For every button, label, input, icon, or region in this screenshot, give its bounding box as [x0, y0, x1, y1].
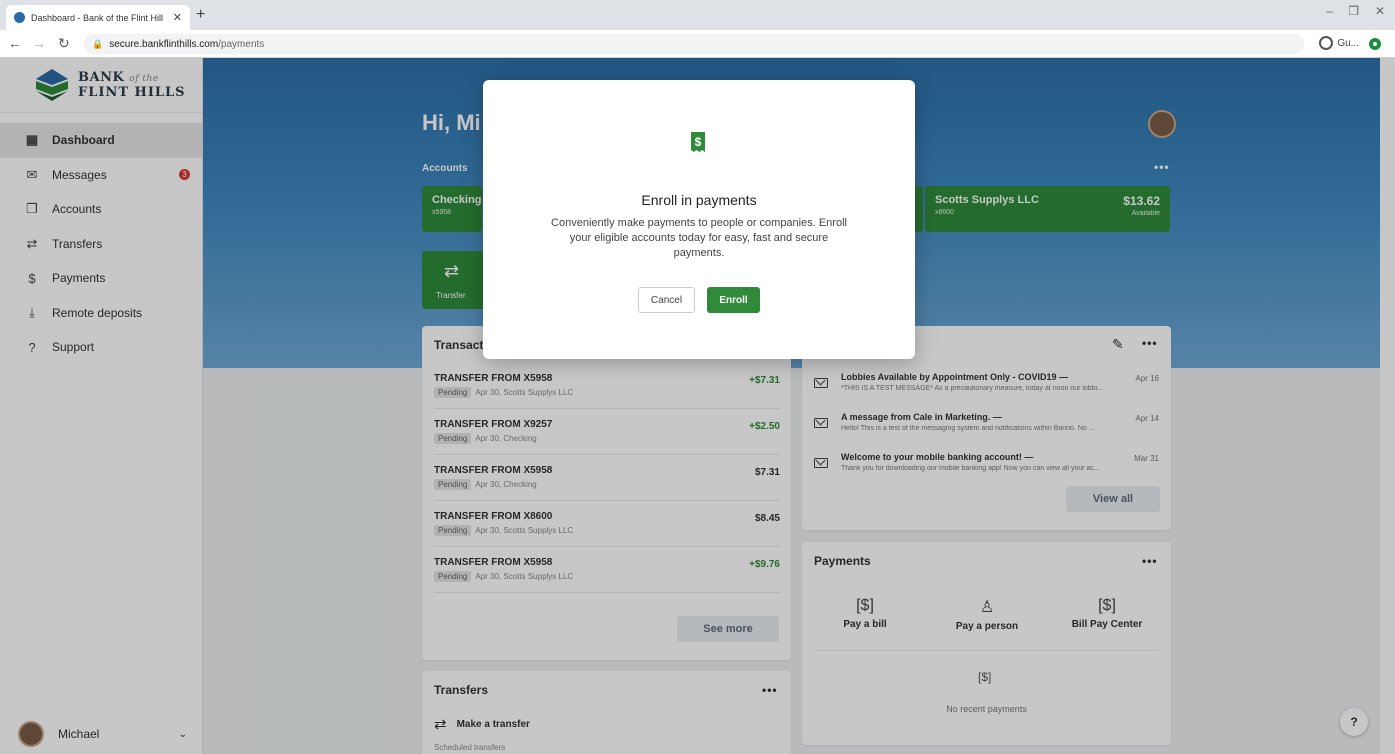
address-bar: ← → ↻ 🔒 secure.bankflinthills.com/paymen…	[0, 30, 1395, 58]
window-close-icon[interactable]: ✕	[1375, 4, 1385, 18]
extension-icon[interactable]	[1369, 38, 1381, 50]
profile-icon	[1319, 36, 1334, 50]
bank-favicon-icon	[14, 12, 25, 23]
url-host: secure.bankflinthills.com	[109, 38, 219, 50]
profile-label: Gu...	[1337, 37, 1359, 49]
tab-close-icon[interactable]: ✕	[173, 11, 182, 24]
reload-icon[interactable]: ↻	[58, 35, 70, 52]
forward-icon[interactable]: →	[32, 35, 46, 51]
receipt-dollar-icon: $	[691, 132, 705, 152]
dialog-title: Enroll in payments	[641, 192, 757, 208]
cancel-button[interactable]: Cancel	[638, 287, 695, 313]
enroll-payments-dialog: $ Enroll in payments Conveniently make p…	[483, 80, 915, 359]
enroll-button[interactable]: Enroll	[707, 287, 760, 313]
back-icon[interactable]: ←	[8, 35, 22, 51]
url-input[interactable]: 🔒 secure.bankflinthills.com/payments	[84, 34, 1304, 54]
tab-title: Dashboard - Bank of the Flint Hill	[31, 12, 164, 23]
url-path: /payments	[218, 38, 265, 50]
tab-strip: Dashboard - Bank of the Flint Hill ✕ + –…	[0, 0, 1395, 30]
browser-tab[interactable]: Dashboard - Bank of the Flint Hill ✕	[6, 5, 190, 30]
browser-chrome: Dashboard - Bank of the Flint Hill ✕ + –…	[0, 0, 1395, 58]
restore-icon[interactable]: ❐	[1348, 4, 1359, 18]
lock-icon: 🔒	[92, 38, 104, 49]
new-tab-icon[interactable]: +	[196, 6, 205, 24]
minimize-icon[interactable]: –	[1326, 4, 1333, 18]
dialog-body: Conveniently make payments to people or …	[551, 217, 847, 259]
profile-button[interactable]: Gu...	[1319, 36, 1359, 50]
